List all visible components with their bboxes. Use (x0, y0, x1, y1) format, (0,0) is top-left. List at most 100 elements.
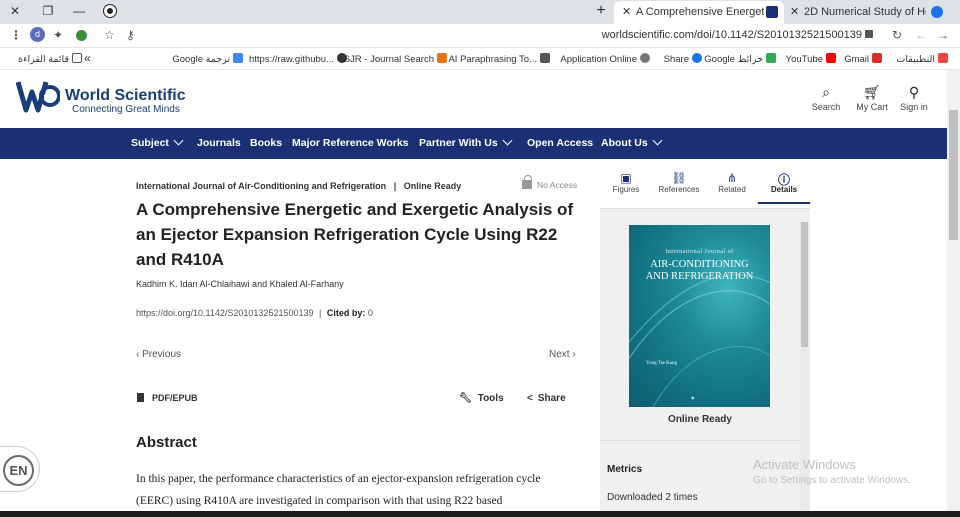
chevron-down-icon (502, 135, 513, 146)
previous-article-link[interactable]: ‹ Previous (136, 349, 181, 360)
share-button[interactable]: < Share (527, 393, 566, 404)
article-title: A Comprehensive Energetic and Exergetic … (136, 200, 574, 269)
tab-close-icon[interactable]: ✕ (790, 1, 799, 23)
world-scientific-logo-icon[interactable] (16, 78, 60, 114)
pen-icon (540, 53, 550, 63)
cover-title: Air-Conditioning and Refrigeration (645, 259, 754, 282)
window-restore-icon[interactable]: ❐ (40, 4, 56, 18)
tab-search-icon[interactable] (104, 5, 116, 17)
windows-taskbar (0, 511, 960, 517)
tab-figures[interactable]: ▣ Figures (600, 171, 652, 194)
chevron-down-icon (652, 135, 663, 146)
new-tab-button[interactable]: + (593, 2, 609, 20)
tab-favicon-icon (931, 6, 943, 18)
access-status: No Access (522, 175, 577, 190)
nav-about-us[interactable]: About Us (601, 135, 663, 149)
page-scrollbar[interactable] (947, 70, 960, 517)
bookmark-github-raw[interactable]: https://raw.githubu... (249, 53, 347, 65)
browser-menu-icon[interactable]: ⋮ (10, 28, 22, 42)
logo-tagline: Connecting Great Minds (72, 104, 180, 115)
window-close-icon[interactable]: ✕ (7, 4, 23, 18)
bookmark-google-translate[interactable]: Google ترجمة (172, 53, 243, 65)
share-icon (692, 53, 702, 63)
window-minimize-icon[interactable]: — (71, 4, 87, 18)
forward-icon[interactable]: ← (915, 28, 927, 42)
journal-name[interactable]: International Journal of Air-Conditionin… (136, 181, 386, 191)
nav-partner-with-us[interactable]: Partner With Us (419, 135, 513, 149)
bookmark-application-online[interactable]: Application Online (560, 53, 650, 65)
doi-line: https://doi.org/10.1142/S201013252150013… (136, 308, 373, 318)
nav-major-reference-works[interactable]: Major Reference Works (292, 137, 409, 149)
browser-tab-bar: ✕ ❐ — + ✕ A Comprehensive Energetic and … (0, 0, 960, 24)
share-icon: < (527, 393, 533, 404)
cover-editor: Yong Tae Kang (646, 361, 677, 366)
tools-button[interactable]: 🔧︎ Tools (459, 393, 504, 404)
search-icon: ⌕ (822, 84, 830, 100)
journal-cover-image[interactable]: International Journal of Air-Conditionin… (629, 225, 770, 407)
search-button[interactable]: ⌕ Search (806, 84, 846, 112)
scrollbar-thumb[interactable] (949, 110, 958, 240)
bookmark-google-maps[interactable]: Google خرائط (704, 53, 776, 65)
activate-windows-watermark: Activate Windows Go to Settings to activ… (753, 457, 911, 486)
bookmark-apps[interactable]: التطبيقات (896, 53, 948, 65)
back-icon[interactable]: → (937, 28, 949, 42)
lock-icon[interactable] (865, 30, 873, 38)
bookmark-ai-paraphrasing[interactable]: AI Paraphrasing To... (448, 53, 550, 65)
logo-text[interactable]: World Scientific (65, 87, 186, 105)
reading-list-icon (72, 53, 82, 63)
bookmarks-more-icon[interactable]: « (84, 51, 91, 65)
doi-link[interactable]: https://doi.org/10.1142/S201013252150013… (136, 308, 314, 318)
scrollbar-thumb[interactable] (801, 222, 808, 347)
tab-title: A Comprehensive Energetic and Exergetic (636, 6, 764, 18)
tab-title: 2D Numerical Study of Heat Trans (804, 6, 926, 18)
cited-by-count[interactable]: 0 (368, 308, 373, 318)
network-icon: ⋔ (726, 171, 738, 185)
document-icon (137, 393, 144, 402)
cart-button[interactable]: 🛒︎ My Cart (852, 84, 892, 112)
site-header: World Scientific Connecting Great Minds … (0, 70, 960, 128)
bookmark-share[interactable]: Share (664, 53, 702, 65)
nav-open-access[interactable]: Open Access (527, 137, 593, 149)
sign-in-button[interactable]: ⚲ Sign in (894, 84, 934, 112)
wrench-icon: 🔧︎ (459, 393, 472, 404)
profile-avatar-icon[interactable]: d (30, 27, 45, 42)
downloads-count: Downloaded 2 times (607, 492, 698, 503)
authors[interactable]: Kadhim K. Idan Al-Chlaihawi and Khaled A… (136, 279, 344, 289)
tab-details[interactable]: ⓘ Details (758, 171, 810, 204)
bookmark-gmail[interactable]: Gmail (844, 53, 882, 65)
tab-close-icon[interactable]: ✕ (622, 1, 631, 23)
nav-books[interactable]: Books (250, 137, 282, 149)
cover-status: Online Ready (668, 414, 732, 425)
bookmark-reading-list[interactable]: قائمة القراءة (18, 53, 82, 65)
bookmark-sjr[interactable]: SJR - Journal Search (344, 53, 447, 65)
sjr-icon (437, 53, 447, 63)
tab-second-article[interactable]: ✕ 2D Numerical Study of Heat Trans (786, 1, 946, 24)
chevron-right-icon: › (569, 349, 576, 360)
pdf-epub-button[interactable]: PDF/EPUB (137, 393, 198, 403)
chevron-down-icon (173, 135, 184, 146)
bookmark-youtube[interactable]: YouTube (786, 53, 836, 65)
key-icon[interactable]: ⚷ (126, 28, 135, 42)
address-bar: ⋮ d ✦ ☆ ⚷ worldscientific.com/doi/10.114… (0, 24, 960, 48)
info-icon: ⓘ (777, 173, 790, 187)
metrics-title: Metrics (607, 464, 643, 475)
journal-line: International Journal of Air-Conditionin… (136, 181, 462, 191)
extension-icon[interactable] (76, 30, 87, 41)
tab-references[interactable]: ⛓ References (653, 171, 705, 194)
globe-icon (640, 53, 650, 63)
next-article-link[interactable]: Next › (549, 349, 576, 360)
reload-icon[interactable]: ↻ (892, 28, 902, 42)
lock-icon (522, 175, 532, 189)
bookmark-star-icon[interactable]: ☆ (104, 28, 115, 42)
tab-related[interactable]: ⋔ Related (706, 171, 758, 194)
extensions-puzzle-icon[interactable]: ✦ (53, 28, 63, 42)
tab-active-article[interactable]: ✕ A Comprehensive Energetic and Exergeti… (614, 1, 784, 24)
maps-icon (766, 53, 776, 63)
nav-journals[interactable]: Journals (197, 137, 241, 149)
apps-grid-icon (938, 53, 948, 63)
url-field[interactable]: worldscientific.com/doi/10.1142/S2010132… (602, 29, 862, 41)
nav-subject[interactable]: Subject (131, 135, 184, 149)
language-switcher[interactable]: EN (0, 446, 40, 492)
translate-icon (233, 53, 243, 63)
world-scientific-favicon-icon (766, 6, 778, 18)
